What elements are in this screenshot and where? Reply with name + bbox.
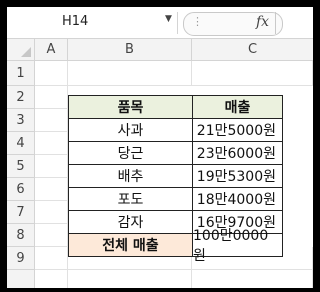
- column-header-b[interactable]: B: [68, 39, 192, 61]
- table-row-item[interactable]: 사과: [68, 118, 193, 142]
- cell-a10[interactable]: [35, 270, 68, 288]
- cell-c10[interactable]: [192, 270, 313, 288]
- cell-a4[interactable]: [35, 132, 68, 155]
- row-header-2[interactable]: 2: [7, 86, 35, 109]
- cell-a1[interactable]: [35, 61, 68, 86]
- chevron-down-icon[interactable]: ▼: [165, 14, 172, 24]
- row-header-6[interactable]: 6: [7, 178, 35, 201]
- cell-a2[interactable]: [35, 86, 68, 109]
- cell-a6[interactable]: [35, 178, 68, 201]
- name-box[interactable]: H14 ▼: [7, 12, 178, 34]
- row-header-9[interactable]: 9: [7, 247, 35, 270]
- formula-input-divider: [275, 12, 276, 34]
- cell-a5[interactable]: [35, 155, 68, 178]
- insert-function-icon[interactable]: fx: [256, 14, 269, 30]
- more-options-icon[interactable]: ⋮: [192, 15, 203, 28]
- select-all-triangle-icon: [21, 47, 31, 57]
- cell-b1[interactable]: [68, 61, 192, 86]
- cell-b10[interactable]: [68, 270, 192, 288]
- row-header-7[interactable]: 7: [7, 201, 35, 224]
- table-row-sales[interactable]: 19만5300원: [192, 164, 283, 188]
- cell-c1[interactable]: [192, 61, 313, 86]
- table-row-item[interactable]: 감자: [68, 210, 193, 234]
- row-header-4[interactable]: 4: [7, 132, 35, 155]
- cell-a3[interactable]: [35, 109, 68, 132]
- table-row-sales[interactable]: 18만4000원: [192, 187, 283, 211]
- cell-a7[interactable]: [35, 201, 68, 224]
- row-header-10-partial[interactable]: [7, 270, 35, 288]
- table-row-sales[interactable]: 23만6000원: [192, 141, 283, 165]
- table-row-item[interactable]: 당근: [68, 141, 193, 165]
- cell-a8[interactable]: [35, 224, 68, 247]
- spreadsheet-window: H14 ▼ ⋮ fx A B C 1 2 3 4 5 6 7 8 9 품목 매출…: [7, 7, 313, 288]
- name-box-value: H14: [62, 14, 89, 29]
- table-total-sales[interactable]: 100만0000원: [192, 228, 283, 264]
- column-header-a[interactable]: A: [35, 39, 68, 61]
- formula-bar: H14 ▼ ⋮ fx: [7, 7, 313, 39]
- row-header-3[interactable]: 3: [7, 109, 35, 132]
- row-header-5[interactable]: 5: [7, 155, 35, 178]
- table-row-sales[interactable]: 21만5000원: [192, 118, 283, 142]
- row-header-8[interactable]: 8: [7, 224, 35, 247]
- table-header-item[interactable]: 품목: [68, 95, 193, 119]
- select-all-button[interactable]: [7, 39, 35, 61]
- table-header-sales[interactable]: 매출: [192, 95, 283, 119]
- table-row-item[interactable]: 배추: [68, 164, 193, 188]
- cell-a9[interactable]: [35, 247, 68, 270]
- row-header-1[interactable]: 1: [7, 61, 35, 86]
- column-header-c[interactable]: C: [192, 39, 313, 61]
- table-row-item[interactable]: 포도: [68, 187, 193, 211]
- formula-controls: ⋮ fx: [183, 12, 283, 36]
- table-total-label[interactable]: 전체 매출: [68, 233, 193, 257]
